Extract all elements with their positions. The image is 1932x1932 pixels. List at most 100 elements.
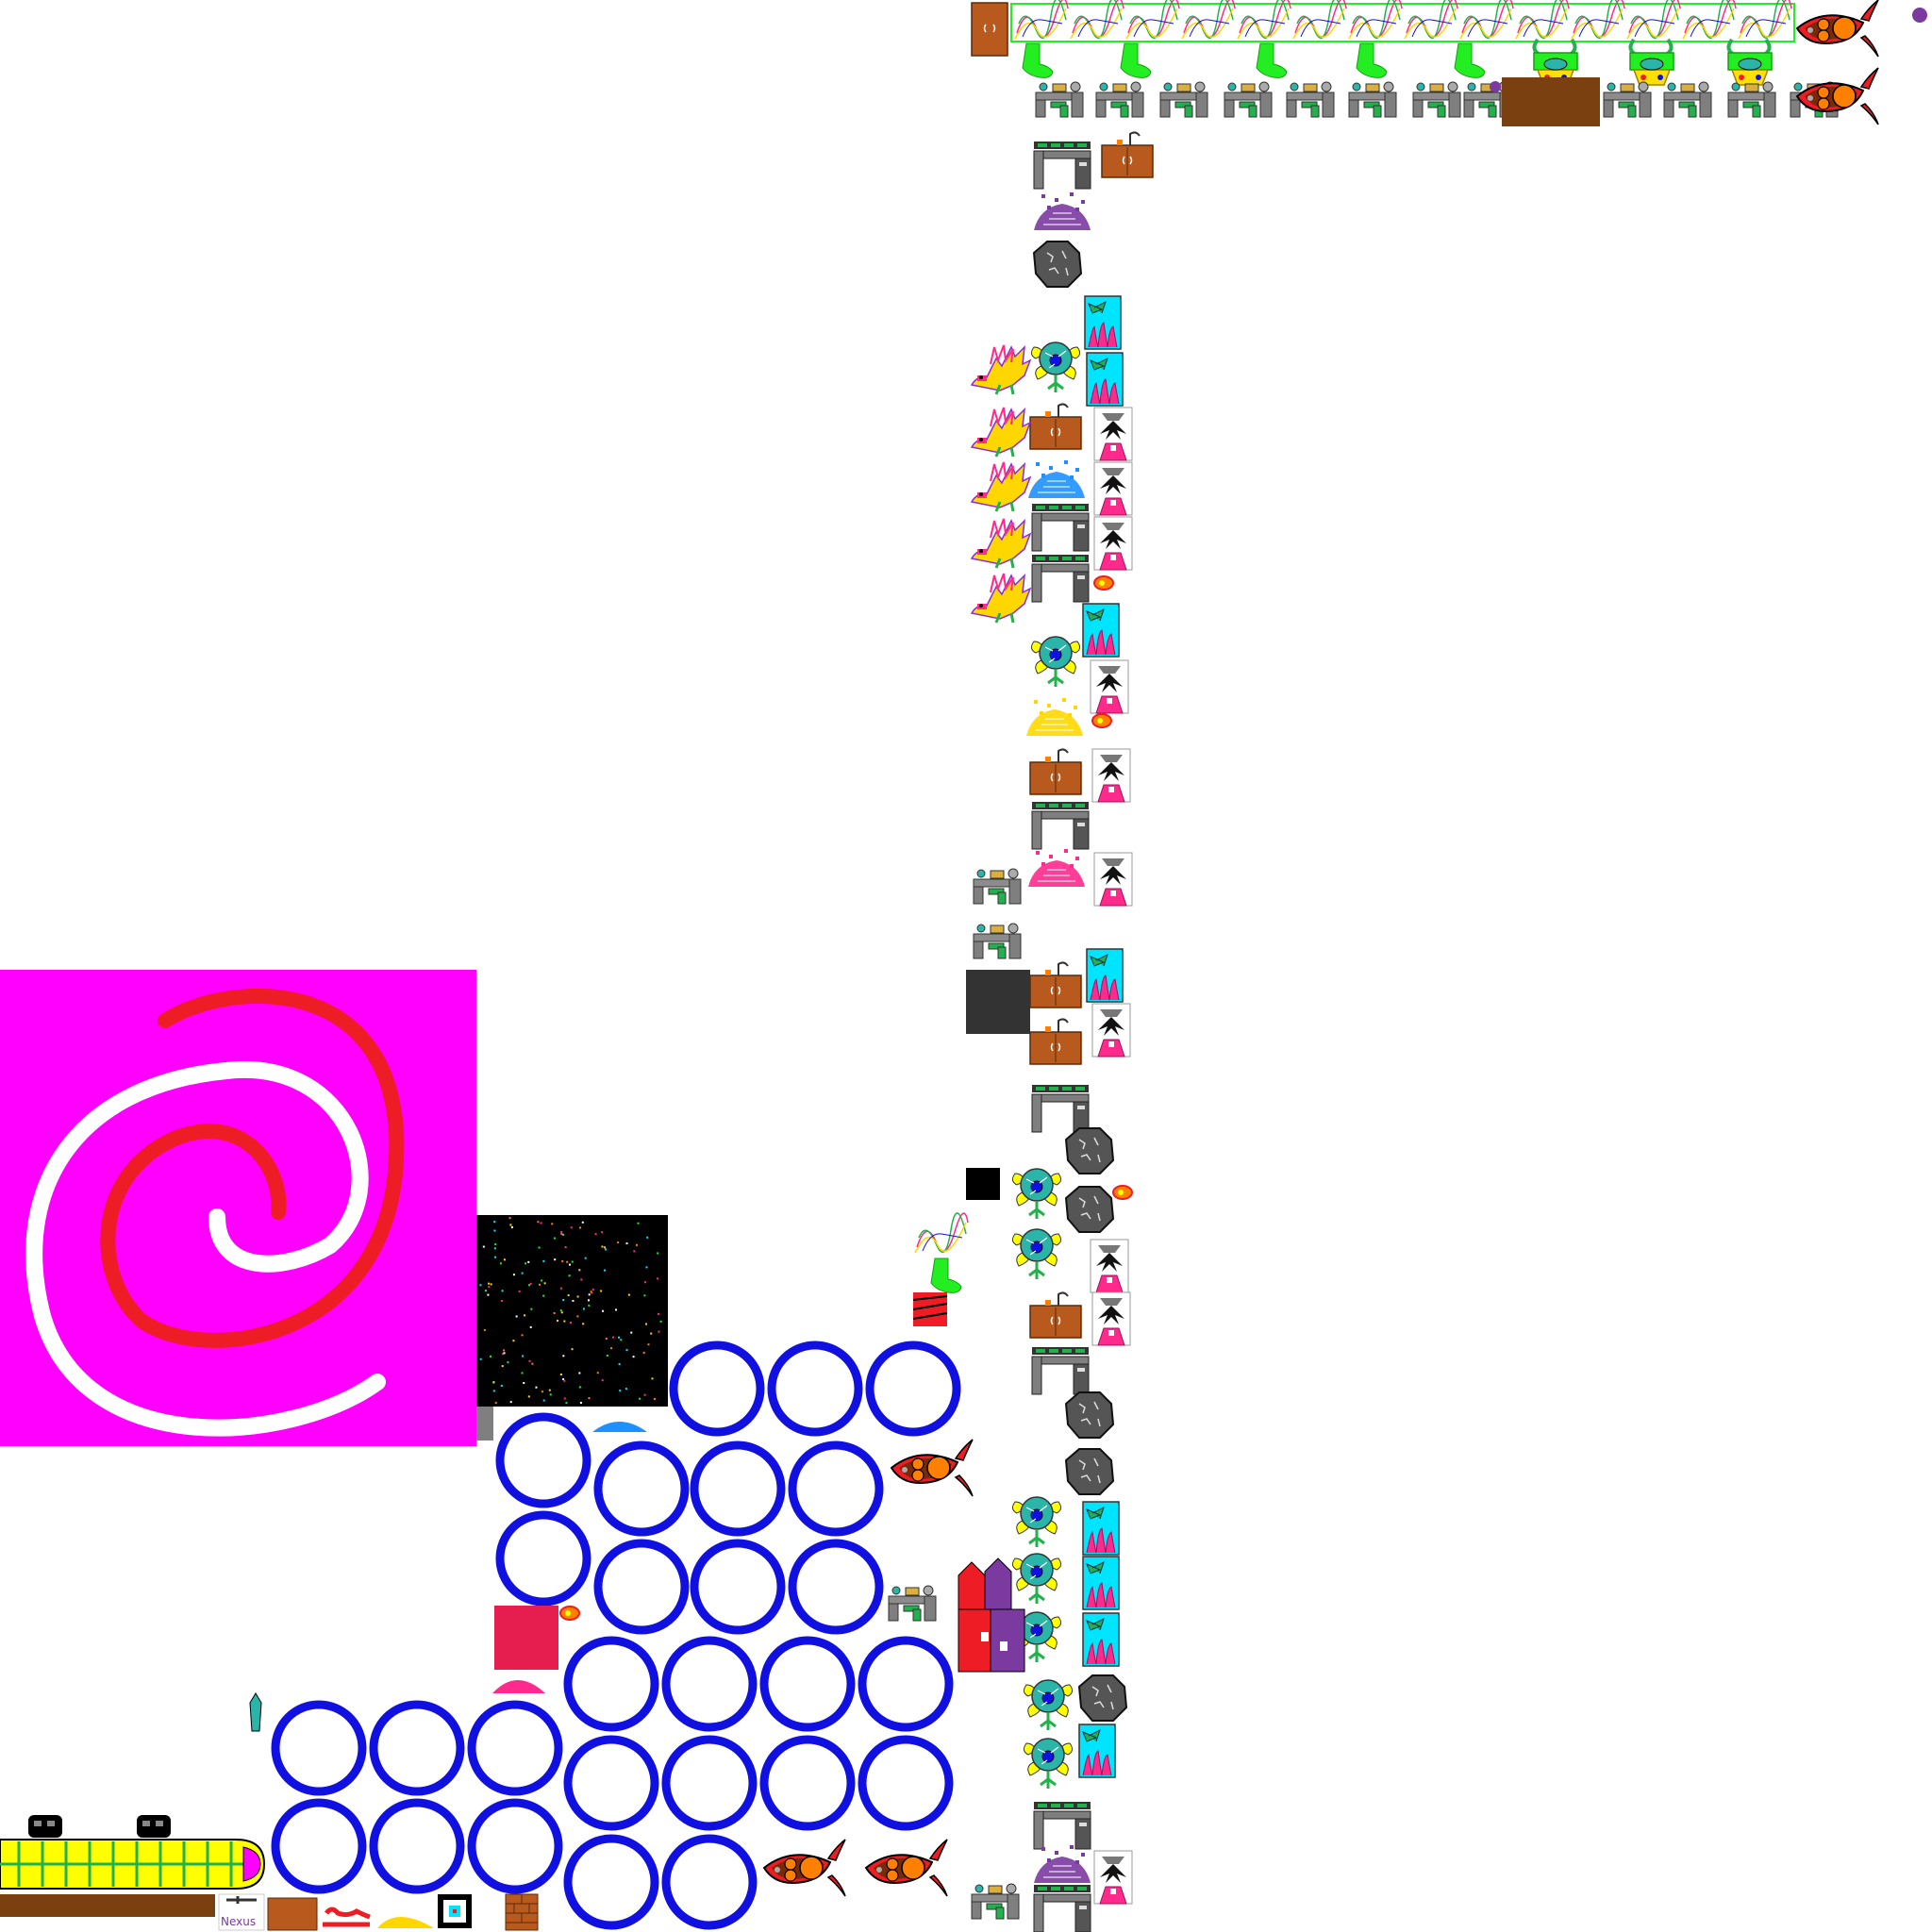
cabinet-icon xyxy=(1029,748,1082,795)
pink-gem-pile-icon xyxy=(1027,848,1086,888)
rainbow-scribble-icon xyxy=(1012,0,1071,42)
rainbow-scribble-icon xyxy=(1513,0,1572,42)
portal-ring-icon xyxy=(568,1641,655,1727)
alien-flower-icon xyxy=(1010,1227,1063,1281)
rocket-pod-icon xyxy=(865,1839,948,1897)
boulder-icon xyxy=(1078,1674,1127,1722)
lab-machine-icon xyxy=(1603,81,1652,118)
svg-text:Nexus: Nexus xyxy=(221,1915,256,1928)
vase-creature-icon xyxy=(1091,748,1131,803)
yellow-gem-pile-icon xyxy=(1025,697,1084,737)
portal-ring-icon xyxy=(275,1705,362,1791)
lab-machine-icon xyxy=(1727,81,1776,118)
green-sock-icon xyxy=(1022,42,1054,78)
lab-machine-icon xyxy=(971,1883,1020,1920)
ember-icon xyxy=(1112,1185,1133,1200)
rocket-pod-icon xyxy=(1796,0,1879,58)
portal-ring-icon xyxy=(694,1445,781,1532)
bed-icon xyxy=(323,1907,371,1927)
rainbow-scribble-icon xyxy=(1736,0,1794,42)
vase-creature-icon xyxy=(1090,659,1129,714)
portal-ring-icon xyxy=(598,1543,685,1630)
aquarium-icon xyxy=(1084,295,1122,350)
vase-creature-icon xyxy=(1091,1291,1131,1346)
lab-machine-row xyxy=(1035,81,1839,118)
alien-flower-icon xyxy=(1029,341,1082,394)
nexus-sign: Nexus xyxy=(218,1893,265,1931)
wooden-door-icon xyxy=(1101,131,1154,178)
rainbow-scribble-icon xyxy=(1291,0,1349,42)
lab-monitor-icon xyxy=(1031,1346,1090,1395)
portal-ring-icon xyxy=(792,1445,879,1532)
rainbow-scribble-icon xyxy=(1179,0,1238,42)
wooden-door-icon xyxy=(971,2,1008,57)
cabinet-icon xyxy=(1029,1018,1082,1065)
vase-creature-icon xyxy=(1093,852,1133,907)
aquarium-icon xyxy=(1082,603,1120,658)
flower-pot-icon xyxy=(1628,38,1675,87)
rainbow-scribble-icon xyxy=(1235,0,1293,42)
lab-machine-icon xyxy=(973,923,1022,959)
portal-ring-icon xyxy=(472,1803,558,1890)
lab-monitor-icon xyxy=(1031,801,1090,850)
lab-monitor-icon xyxy=(1031,554,1090,603)
portal-ring-icon xyxy=(666,1839,753,1925)
aquarium-icon xyxy=(1082,1501,1120,1556)
rainbow-scribble-icon xyxy=(1068,0,1126,42)
rainbow-scribble-icon xyxy=(1346,0,1405,42)
green-sock-icon xyxy=(1120,42,1152,78)
blue-gem-pile-icon xyxy=(592,1422,647,1432)
starfield-icon xyxy=(476,1215,668,1441)
vase-creature-icon xyxy=(1093,407,1133,461)
alien-flower-icon xyxy=(1022,1737,1074,1790)
lab-machine-icon xyxy=(1286,81,1335,118)
purple-gem-icon xyxy=(1912,8,1927,23)
lab-machine-icon xyxy=(1035,81,1084,118)
lab-monitor-icon xyxy=(1031,503,1090,552)
ember-icon xyxy=(1093,575,1114,591)
rainbow-scribble-icon xyxy=(1124,0,1182,42)
ember-icon xyxy=(559,1606,580,1621)
lab-machine-icon xyxy=(1412,81,1461,118)
portal-ring-icon xyxy=(666,1641,753,1727)
portal-ring-icon xyxy=(500,1417,587,1504)
green-sock-icon xyxy=(1356,42,1388,78)
purple-gem-pile-icon xyxy=(1033,192,1091,231)
lab-machine-icon xyxy=(973,868,1022,905)
lab-machine-icon xyxy=(1663,81,1712,118)
rocket-pod-icon xyxy=(891,1439,974,1497)
dragon-icon xyxy=(970,406,1032,458)
alien-flower-icon xyxy=(1010,1495,1063,1549)
ember-icon xyxy=(1091,713,1112,728)
lab-monitor-icon xyxy=(1033,1884,1091,1932)
portal-ring-icon xyxy=(500,1515,587,1602)
lab-monitor-icon xyxy=(1033,141,1091,190)
boulder-icon xyxy=(1065,1448,1114,1495)
boulder-icon xyxy=(1065,1127,1114,1174)
green-sock-icon xyxy=(1256,42,1288,78)
castle-icon xyxy=(958,1557,1025,1673)
alien-flower-icon xyxy=(1010,1167,1063,1221)
aquarium-icon xyxy=(1082,1612,1120,1667)
portal-ring-icon xyxy=(568,1740,655,1826)
small-rocket-icon xyxy=(249,1692,262,1732)
aquarium-icon xyxy=(1086,352,1124,407)
rainbow-scribble-icon xyxy=(912,1212,971,1256)
cabinet-icon xyxy=(267,1897,318,1931)
dark-block-icon xyxy=(966,970,1030,1034)
portal-ring-icon xyxy=(568,1839,655,1925)
rocket-pod-icon xyxy=(763,1839,846,1897)
sprite-sheet: Nexus xyxy=(0,0,1927,1932)
rainbow-scribble-icon xyxy=(1680,0,1739,42)
vase-creature-icon xyxy=(1091,1003,1131,1058)
gold-pile-icon xyxy=(377,1917,434,1928)
black-block-icon xyxy=(966,1168,1000,1200)
dragon-icon xyxy=(970,343,1032,396)
vase-creature-icon xyxy=(1093,516,1133,571)
aquarium-icon xyxy=(1082,1556,1120,1610)
pink-gem-pile-icon xyxy=(492,1680,545,1693)
alien-flower-icon xyxy=(1029,635,1082,689)
vase-creature-icon xyxy=(1093,461,1133,516)
portal-ring-icon xyxy=(764,1740,851,1826)
dragon-icon xyxy=(970,460,1032,513)
